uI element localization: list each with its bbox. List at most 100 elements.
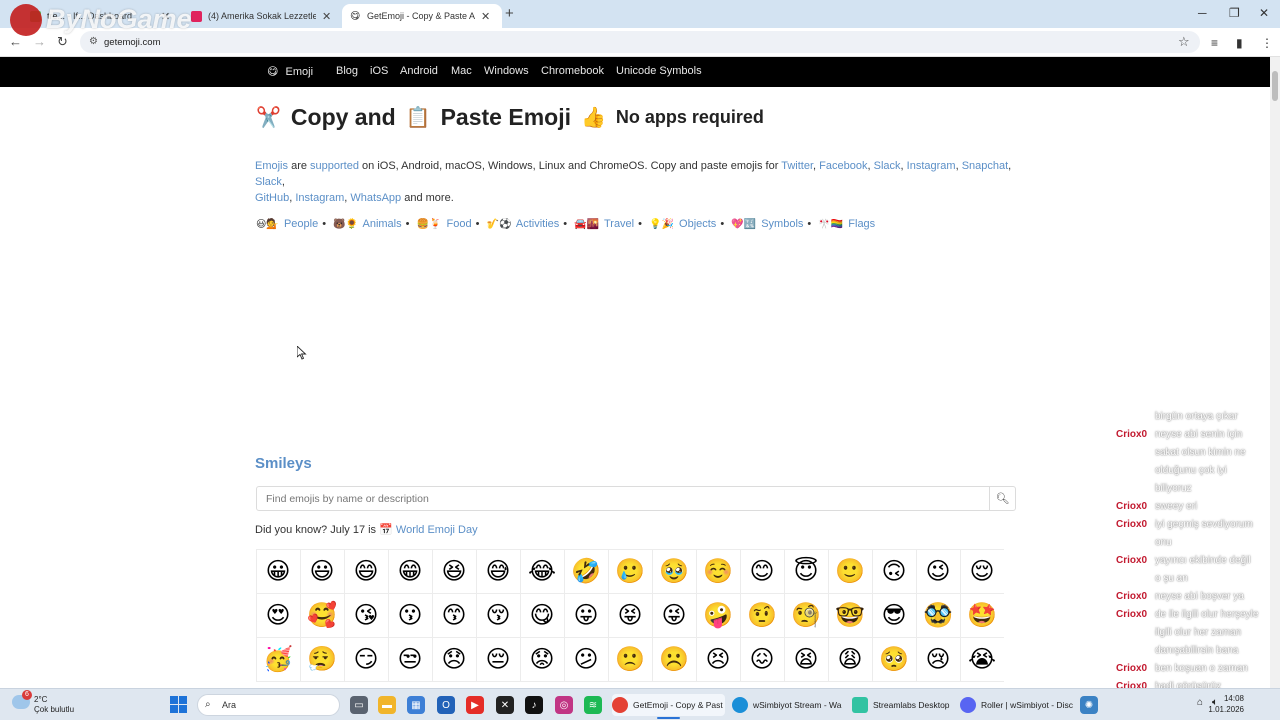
emoji-cell[interactable]: 🙃 <box>871 549 917 594</box>
emoji-cell[interactable]: 😟 <box>519 636 565 682</box>
emoji-cell[interactable]: 😀 <box>256 549 301 594</box>
tiktok-icon[interactable]: ♪ <box>525 696 543 714</box>
emoji-cell[interactable]: 😏 <box>343 636 389 682</box>
section-title-smileys[interactable]: Smileys <box>255 455 312 472</box>
taskbar-app-streamlabs[interactable]: Streamlabs Desktop <box>852 694 957 716</box>
emoji-cell[interactable]: 😁 <box>387 549 433 594</box>
emoji-cell[interactable]: 😮‍💨 <box>299 636 345 682</box>
search-icon[interactable]: 🔍︎ <box>989 487 1015 510</box>
emoji-cell[interactable]: 😚 <box>475 592 521 638</box>
emoji-cell[interactable]: 😞 <box>431 636 477 682</box>
emoji-cell[interactable]: 😜 <box>651 592 697 638</box>
link-world-emoji-day[interactable]: World Emoji Day <box>396 524 478 536</box>
emoji-cell[interactable]: 😃 <box>299 549 345 594</box>
capcut-icon[interactable]: ✕ <box>496 696 514 714</box>
close-icon[interactable]: ✕ <box>322 10 331 23</box>
nav-brand[interactable]: 😋 Emoji <box>267 65 313 78</box>
url-field[interactable]: ⚙ getemoji.com ☆ <box>80 31 1200 53</box>
link-slack-2[interactable]: Slack <box>255 176 282 188</box>
emoji-cell[interactable]: 🙁 <box>607 636 653 682</box>
instagram-icon[interactable]: ◎ <box>555 696 573 714</box>
nav-link-mac[interactable]: Mac <box>451 65 472 77</box>
nav-link-windows[interactable]: Windows <box>484 65 529 77</box>
network-icon[interactable]: ⌂ <box>1197 697 1203 708</box>
task-view-icon[interactable]: ▭ <box>350 696 368 714</box>
emoji-cell[interactable]: 😊 <box>739 549 785 594</box>
media-control-icon[interactable]: ≡ <box>1211 36 1218 50</box>
link-facebook[interactable]: Facebook <box>819 160 867 172</box>
emoji-cell[interactable]: 🥲 <box>607 549 653 594</box>
emoji-cell[interactable]: 😇 <box>783 549 829 594</box>
taskbar-app-chrome[interactable]: GetEmoji - Copy & Past <box>612 694 725 719</box>
category-objects[interactable]: Objects <box>679 218 716 230</box>
outlook-icon[interactable]: O <box>437 696 455 714</box>
category-flags[interactable]: Flags <box>848 218 875 230</box>
emoji-cell[interactable]: 😂 <box>519 549 565 594</box>
emoji-cell[interactable]: ☺️ <box>695 549 741 594</box>
category-symbols[interactable]: Symbols <box>761 218 803 230</box>
extension-icon[interactable]: ▮ <box>1236 36 1243 50</box>
browser-tab-getemoji[interactable]: 😋 GetEmoji - Copy & Paste All Em ✕ <box>342 4 502 28</box>
emoji-cell[interactable]: 😅 <box>475 549 521 594</box>
emoji-cell[interactable]: 😆 <box>431 549 477 594</box>
emoji-cell[interactable]: 😍 <box>256 592 301 638</box>
link-snapchat[interactable]: Snapchat <box>962 160 1008 172</box>
emoji-cell[interactable]: 🤓 <box>827 592 873 638</box>
emoji-cell[interactable]: 😘 <box>343 592 389 638</box>
close-icon[interactable]: ✕ <box>481 10 490 23</box>
emoji-cell[interactable]: 😣 <box>695 636 741 682</box>
emoji-cell[interactable]: 😉 <box>915 549 961 594</box>
link-supported[interactable]: supported <box>310 160 359 172</box>
minimize-icon[interactable]: ─ <box>1198 6 1207 20</box>
vpn-icon[interactable]: ✺ <box>1080 696 1098 714</box>
emoji-cell[interactable]: 🤨 <box>739 592 785 638</box>
nav-link-chromebook[interactable]: Chromebook <box>541 65 604 77</box>
emoji-cell[interactable]: 😢 <box>915 636 961 682</box>
emoji-cell[interactable]: 🤩 <box>959 592 1004 638</box>
category-travel[interactable]: Travel <box>604 218 634 230</box>
emoji-cell[interactable]: 😩 <box>827 636 873 682</box>
category-people[interactable]: People <box>284 218 318 230</box>
window-close-icon[interactable]: ✕ <box>1259 6 1269 20</box>
bookmark-star-icon[interactable]: ☆ <box>1178 34 1190 50</box>
link-twitter[interactable]: Twitter <box>781 160 813 172</box>
emoji-cell[interactable]: 😔 <box>475 636 521 682</box>
emoji-cell[interactable]: 🥳 <box>256 636 301 682</box>
store-icon[interactable]: ▦ <box>407 696 425 714</box>
emoji-cell[interactable]: 😛 <box>563 592 609 638</box>
category-activities[interactable]: Activities <box>516 218 559 230</box>
category-food[interactable]: Food <box>447 218 472 230</box>
menu-kebab-icon[interactable]: ⋮ <box>1261 36 1273 50</box>
emoji-cell[interactable]: 😎 <box>871 592 917 638</box>
emoji-cell[interactable]: 🥺 <box>871 636 917 682</box>
emoji-cell[interactable]: 🥹 <box>651 549 697 594</box>
emoji-cell[interactable]: 😋 <box>519 592 565 638</box>
link-instagram-2[interactable]: Instagram <box>295 192 344 204</box>
link-emojis[interactable]: Emojis <box>255 160 288 172</box>
emoji-cell[interactable]: 😫 <box>783 636 829 682</box>
nav-link-android[interactable]: Android <box>400 65 438 77</box>
emoji-cell[interactable]: 😝 <box>607 592 653 638</box>
new-tab-button[interactable]: + <box>505 5 514 22</box>
emoji-cell[interactable]: 😕 <box>563 636 609 682</box>
scrollbar-thumb[interactable] <box>1272 71 1278 101</box>
emoji-cell[interactable]: 🤣 <box>563 549 609 594</box>
emoji-cell[interactable]: ☹️ <box>651 636 697 682</box>
youtube-icon[interactable]: ▶ <box>466 696 484 714</box>
emoji-search-input[interactable] <box>257 487 989 510</box>
link-instagram[interactable]: Instagram <box>907 160 956 172</box>
start-button-windows-icon[interactable] <box>170 696 187 713</box>
emoji-cell[interactable]: 🙂 <box>827 549 873 594</box>
taskbar-search[interactable]: ⌕ Ara <box>197 694 340 716</box>
emoji-cell[interactable]: 🤪 <box>695 592 741 638</box>
spotify-icon[interactable]: ≋ <box>584 696 602 714</box>
nav-link-blog[interactable]: Blog <box>336 65 358 77</box>
emoji-cell[interactable]: 😒 <box>387 636 433 682</box>
link-github[interactable]: GitHub <box>255 192 289 204</box>
nav-link-ios[interactable]: iOS <box>370 65 388 77</box>
category-animals[interactable]: Animals <box>363 218 402 230</box>
link-whatsapp[interactable]: WhatsApp <box>350 192 401 204</box>
emoji-cell[interactable]: 😌 <box>959 549 1004 594</box>
emoji-cell[interactable]: 😗 <box>387 592 433 638</box>
file-explorer-icon[interactable]: ▬ <box>378 696 396 714</box>
